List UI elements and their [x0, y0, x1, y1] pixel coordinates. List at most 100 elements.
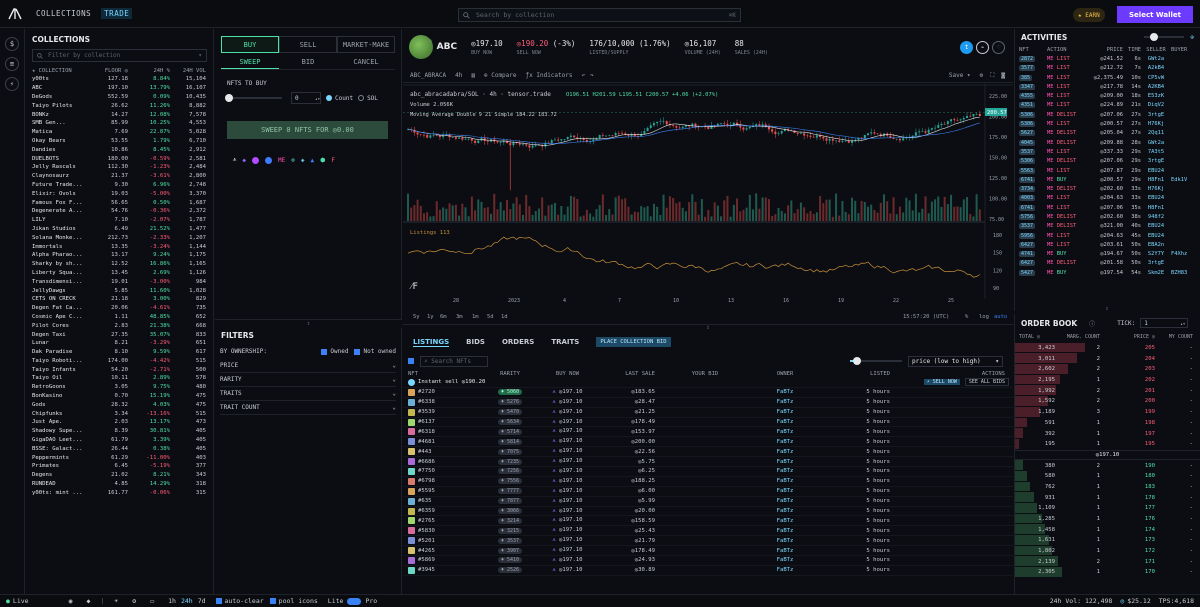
elixir-icon[interactable]: ⬢ — [320, 157, 325, 164]
range-1y[interactable]: 1y — [427, 314, 434, 320]
activity-seller[interactable]: A2kB4 — [1141, 65, 1171, 71]
fullscreen-icon[interactable]: ⛶ — [990, 72, 994, 80]
orderbook-row[interactable]: 1,285 1 176 - — [1015, 513, 1200, 525]
twitter-status-icon[interactable]: ◆ — [87, 597, 91, 605]
auto-clear-checkbox[interactable] — [215, 598, 222, 604]
activity-row[interactable]: 6741 ME BUY ◎200.57 29s H8Fn1 Edk1V — [1015, 175, 1200, 184]
owner[interactable]: FaBTz — [755, 518, 815, 524]
collection-row[interactable]: Gods 28.32 4.03% 475 — [26, 400, 213, 409]
nft-chip[interactable]: 4351 — [1019, 102, 1036, 109]
activity-buyer[interactable]: Edk1V — [1171, 177, 1197, 183]
select-all-checkbox[interactable] — [408, 358, 414, 364]
orderbook-row[interactable]: 392 1 197 - — [1015, 428, 1200, 439]
nft-chip[interactable]: 5627 — [1019, 130, 1036, 137]
activity-row[interactable]: 6427 ME DELIST ◎201.58 50s 3rtgE — [1015, 259, 1200, 268]
owner[interactable]: FaBTz — [755, 528, 815, 534]
exchange-art-icon[interactable]: F — [331, 157, 335, 164]
nft-chip[interactable]: 6741 — [1019, 204, 1036, 211]
col-last-sale[interactable]: LAST SALE — [595, 371, 655, 377]
listing-row[interactable]: #5869 ♦ 5410 ⩚ ◎197.10 ◎24.93 FaBTz 5 ho… — [403, 556, 1013, 566]
buy-now-stat[interactable]: ◎197.10 BUY NOW — [471, 39, 503, 56]
candle-type-icon[interactable]: ▥ — [471, 72, 475, 79]
listing-row[interactable]: #7750 ♦ 7256 ⩚ ◎197.10 ◎6.25 FaBTz 5 hou… — [403, 467, 1013, 477]
activity-row[interactable]: 3347 ME LIST ◎217.78 14s A2KB4 — [1015, 82, 1200, 91]
range-6m[interactable]: 6m — [440, 314, 447, 320]
activity-seller[interactable]: 2Qq11 — [1141, 130, 1171, 136]
settings-icon[interactable]: ⚙ — [132, 597, 136, 605]
collection-row[interactable]: Alpha Pharao... 13.17 9.24% 1,175 — [26, 251, 213, 260]
listing-row[interactable]: #6137 ♦ 5634 ⩚ ◎197.10 ◎178.49 FaBTz 5 h… — [403, 418, 1013, 428]
discord-icon[interactable]: ◉ — [69, 597, 73, 605]
orderbook-row[interactable]: 2,195 1 202 - — [1015, 374, 1200, 386]
owner[interactable]: FaBTz — [755, 439, 815, 445]
orderbook-row[interactable]: 3,011 2 204 - — [1015, 353, 1200, 364]
collection-row[interactable]: Matica 7.69 22.87% 5,028 — [26, 128, 213, 137]
solanart-icon[interactable] — [265, 156, 273, 164]
range-3m[interactable]: 3m — [456, 314, 463, 320]
col-listed[interactable]: LISTED — [815, 371, 890, 377]
activity-seller[interactable]: 948f2 — [1141, 214, 1171, 220]
col-owner[interactable]: OWNER — [755, 371, 815, 377]
collection-row[interactable]: Pilot Cores 2.83 21.38% 668 — [26, 321, 213, 330]
listing-row[interactable]: #6686 ♦ 7235 ⩚ ◎197.10 ◎5.75 FaBTz 5 hou… — [403, 457, 1013, 468]
activity-row[interactable]: 4355 ME LIST ◎209.00 18s E53zK — [1015, 91, 1200, 100]
buy-now-price[interactable]: ⩚ ◎197.10 — [540, 498, 595, 505]
collection-row[interactable]: Liberty Squa... 13.45 2.69% 1,126 — [26, 269, 213, 278]
nft-chip[interactable]: 5427 — [1019, 269, 1036, 276]
activity-filter-icon[interactable]: ⊕ — [1190, 34, 1194, 41]
collection-row[interactable]: Immortals 13.35 -3.24% 1,144 — [26, 242, 213, 251]
nft-chip[interactable]: 5756 — [1019, 213, 1036, 220]
owner[interactable]: FaBTz — [755, 478, 815, 484]
collection-row[interactable]: BonKasino 0.70 15.19% 475 — [26, 392, 213, 401]
undo-icon[interactable]: ↶ — [581, 72, 585, 79]
owner[interactable]: FaBTz — [755, 548, 815, 554]
range-1m[interactable]: 1m — [472, 314, 479, 320]
activity-row[interactable]: 6427 ME LIST ◎203.61 50s EBA2n — [1015, 240, 1200, 249]
nft-chip[interactable]: 4355 — [1019, 93, 1036, 100]
tensor-market-icon[interactable]: ⩚ — [233, 156, 236, 164]
col-buy-now[interactable]: BUY NOW — [540, 371, 595, 377]
orderbook-row[interactable]: 931 1 178 - — [1015, 492, 1200, 503]
activity-row[interactable]: 3734 ME DELIST ◎202.60 33s H76Kj — [1015, 184, 1200, 193]
nft-chip[interactable]: 4741 — [1019, 251, 1036, 258]
collection-row[interactable]: Sharky by sh... 12.52 16.86% 1,165 — [26, 260, 213, 269]
listing-row[interactable]: #635 ♦ 7877 ⩚ ◎197.10 ◎5.99 FaBTz 5 hour… — [403, 497, 1013, 507]
activity-seller[interactable]: CP5vW — [1141, 75, 1171, 81]
solsea-icon[interactable]: ▲ — [311, 157, 315, 164]
layout-icon[interactable]: ▭ — [150, 597, 154, 605]
activity-buyer[interactable]: BZH83 — [1171, 270, 1197, 276]
percent-toggle[interactable]: % — [965, 314, 969, 320]
collection-row[interactable]: JellyDawgs 5.85 11.60% 1,028 — [26, 286, 213, 295]
collection-row[interactable]: BSSE: Galact... 26.44 0.38% 405 — [26, 444, 213, 453]
collection-row[interactable]: Taiyo Oil 10.11 2.89% 578 — [26, 374, 213, 383]
nft-chip[interactable]: 6427 — [1019, 260, 1036, 267]
log-toggle[interactable]: log — [979, 314, 989, 320]
collection-row[interactable]: Future Trade... 9.30 6.96% 2,748 — [26, 181, 213, 190]
hadeswap-icon[interactable] — [252, 156, 260, 164]
activity-seller[interactable]: EBU24 — [1141, 223, 1171, 229]
heart-icon[interactable]: ♡ — [992, 40, 1005, 54]
activity-seller[interactable]: 3rtgE — [1141, 158, 1171, 164]
buy-now-price[interactable]: ⩚ ◎197.10 — [540, 567, 595, 574]
collection-row[interactable]: DUELBOTS 180.00 -0.59% 2,581 — [26, 154, 213, 163]
activity-seller[interactable]: 3rtgE — [1141, 112, 1171, 118]
orderbook-row[interactable]: 1,109 1 177 - — [1015, 503, 1200, 514]
activity-seller[interactable]: S2Y7Y — [1141, 251, 1171, 257]
collection-row[interactable]: Taiyo Roboti... 174.00 -4.42% 515 — [26, 357, 213, 366]
twitter-icon[interactable]: t — [960, 40, 973, 54]
collection-row[interactable]: Solana Monke... 212.73 -2.33% 1,207 — [26, 233, 213, 242]
listing-size-slider[interactable] — [850, 357, 902, 365]
nft-chip[interactable]: 2872 — [1019, 55, 1036, 62]
tab-market-make[interactable]: MARKET-MAKE — [337, 36, 395, 53]
collection-row[interactable]: Degenerate A... 54.76 -0.36% 2,372 — [26, 207, 213, 216]
tab-orders[interactable]: ORDERS — [502, 338, 534, 346]
sweep-slider[interactable] — [225, 94, 282, 102]
owner[interactable]: FaBTz — [755, 409, 815, 415]
collection-row[interactable]: Shadowy Supe... 8.39 30.81% 405 — [26, 427, 213, 436]
tab-sell[interactable]: SELL — [279, 36, 337, 53]
collection-row[interactable]: GigaDAO Leet... 61.79 3.39% 405 — [26, 436, 213, 445]
star-favorite-icon[interactable]: ☆ — [429, 37, 433, 44]
buy-now-price[interactable]: ⩚ ◎197.10 — [540, 557, 595, 564]
buy-now-price[interactable]: ⩚ ◎197.10 — [540, 488, 595, 495]
collection-row[interactable]: Elixir: Ovols 19.03 -5.00% 3,370 — [26, 189, 213, 198]
